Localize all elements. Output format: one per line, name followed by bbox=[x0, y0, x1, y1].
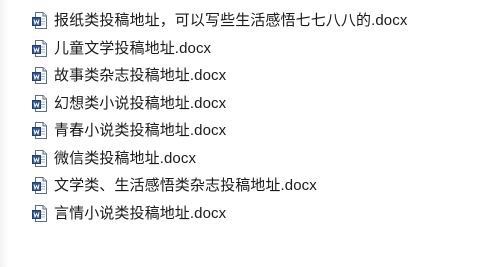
file-name: 文学类、生活感悟类杂志投稿地址.docx bbox=[54, 177, 317, 195]
word-document-icon bbox=[32, 177, 47, 195]
file-item[interactable]: 幻想类小说投稿地址.docx bbox=[32, 90, 407, 118]
file-item[interactable]: 儿童文学投稿地址.docx bbox=[32, 35, 407, 63]
word-document-icon bbox=[32, 149, 47, 167]
file-list: 报纸类投稿地址，可以写些生活感悟七七八八的.docx 儿童文学投稿地址.docx… bbox=[32, 7, 407, 227]
file-name: 青春小说类投稿地址.docx bbox=[54, 122, 227, 140]
file-item[interactable]: 微信类投稿地址.docx bbox=[32, 145, 407, 173]
file-item[interactable]: 青春小说类投稿地址.docx bbox=[32, 117, 407, 145]
word-document-icon bbox=[32, 94, 47, 112]
word-document-icon bbox=[32, 122, 47, 140]
file-item[interactable]: 言情小说类投稿地址.docx bbox=[32, 200, 407, 228]
file-item[interactable]: 文学类、生活感悟类杂志投稿地址.docx bbox=[32, 172, 407, 200]
file-item[interactable]: 故事类杂志投稿地址.docx bbox=[32, 62, 407, 90]
word-document-icon bbox=[32, 204, 47, 222]
file-name: 儿童文学投稿地址.docx bbox=[54, 39, 212, 57]
window-edge bbox=[0, 0, 8, 267]
file-name: 故事类杂志投稿地址.docx bbox=[54, 67, 227, 85]
file-name: 微信类投稿地址.docx bbox=[54, 149, 197, 167]
file-name: 言情小说类投稿地址.docx bbox=[54, 204, 227, 222]
word-document-icon bbox=[32, 12, 47, 30]
file-name: 幻想类小说投稿地址.docx bbox=[54, 94, 227, 112]
word-document-icon bbox=[32, 39, 47, 57]
file-item[interactable]: 报纸类投稿地址，可以写些生活感悟七七八八的.docx bbox=[32, 7, 407, 35]
file-name: 报纸类投稿地址，可以写些生活感悟七七八八的.docx bbox=[54, 12, 408, 30]
word-document-icon bbox=[32, 67, 47, 85]
